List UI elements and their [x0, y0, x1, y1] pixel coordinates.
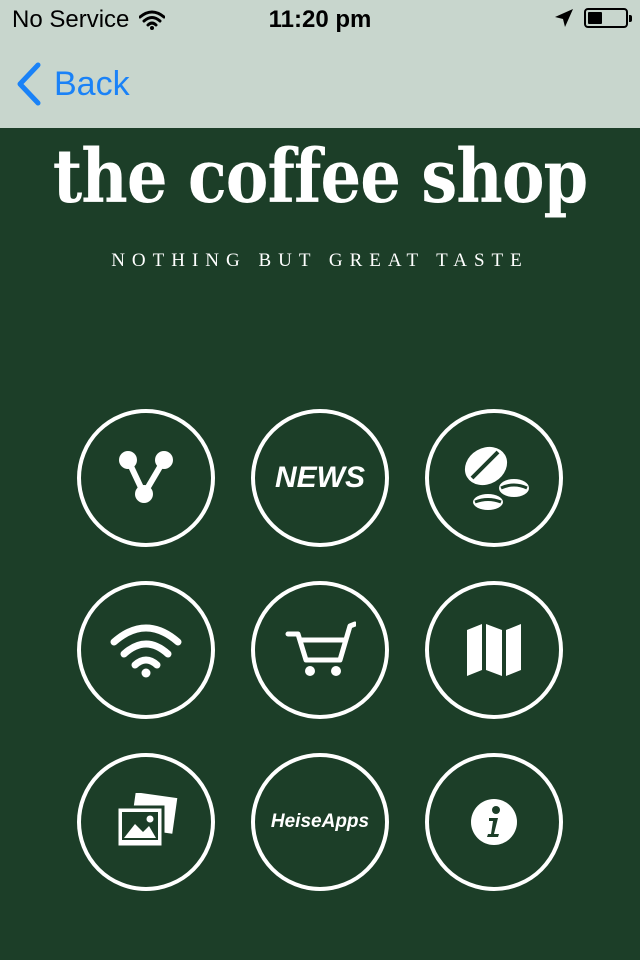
coffee-beans-icon [452, 440, 536, 516]
wifi-button[interactable] [77, 581, 215, 719]
brand-logo-title: the coffee shop [52, 134, 589, 221]
chevron-left-icon [14, 62, 42, 106]
news-button[interactable]: NEWS [251, 409, 389, 547]
battery-icon [584, 8, 632, 28]
status-right [554, 8, 632, 28]
shopping-cart-icon [284, 620, 356, 680]
status-time: 11:20 pm [268, 6, 372, 33]
photo-gallery-button[interactable] [77, 753, 215, 891]
heiseapps-button[interactable]: HeiseApps [251, 753, 389, 891]
info-button[interactable] [425, 753, 563, 891]
share-button[interactable] [77, 409, 215, 547]
navigation-bar: Back [0, 40, 640, 128]
brand-tagline: NOTHING BUT GREAT TASTE [111, 250, 529, 271]
heiseapps-label: HeiseApps [270, 811, 370, 832]
map-button[interactable] [425, 581, 563, 719]
back-button-label: Back [54, 65, 130, 103]
back-button[interactable]: Back [14, 62, 130, 106]
map-icon [465, 622, 523, 678]
news-label: NEWS [275, 461, 365, 494]
wifi-icon [108, 622, 184, 678]
photo-gallery-icon [113, 793, 179, 851]
status-bar: No Service 11:20 pm [0, 0, 640, 40]
share-nodes-icon [116, 448, 176, 508]
info-icon [470, 798, 518, 846]
location-arrow-icon [554, 8, 574, 28]
shopping-cart-button[interactable] [251, 581, 389, 719]
coffee-beans-button[interactable] [425, 409, 563, 547]
